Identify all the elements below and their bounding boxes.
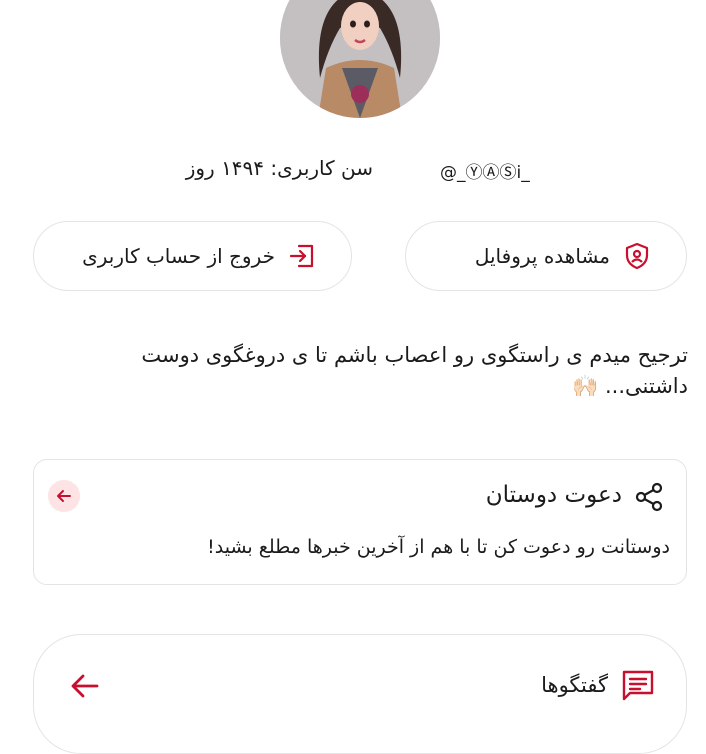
share-icon — [632, 480, 666, 514]
logout-icon — [287, 241, 317, 271]
invite-arrow-button[interactable] — [48, 480, 80, 512]
conversations-label: گفتگوها — [541, 673, 608, 697]
logout-button[interactable]: خروج از حساب کاربری — [33, 221, 352, 291]
invite-title: دعوت دوستان — [485, 482, 622, 508]
view-profile-button[interactable]: مشاهده پروفایل — [405, 221, 687, 291]
shield-user-icon — [622, 241, 652, 271]
account-age: سن کاربری: ۱۴۹۴ روز — [185, 156, 373, 180]
avatar[interactable] — [280, 0, 440, 118]
bio-text: ترجیح میدم ی راستگوی رو اعصاب باشم تا ی … — [141, 343, 688, 398]
invite-friends-card[interactable]: دعوت دوستان دوستانت رو دعوت کن تا با هم … — [33, 459, 687, 585]
username: @_ⓎⒶⓈі̇_ — [440, 163, 530, 183]
avatar-image — [280, 0, 440, 118]
logout-label: خروج از حساب کاربری — [82, 244, 275, 268]
chat-lines-icon — [620, 667, 656, 703]
invite-description: دوستانت رو دعوت کن تا با هم از آخرین خبر… — [207, 536, 670, 558]
view-profile-label: مشاهده پروفایل — [474, 244, 610, 268]
arrow-left-icon — [57, 490, 71, 502]
conversations-item[interactable]: گفتگوها — [33, 634, 687, 754]
arrow-left-icon — [68, 669, 102, 703]
